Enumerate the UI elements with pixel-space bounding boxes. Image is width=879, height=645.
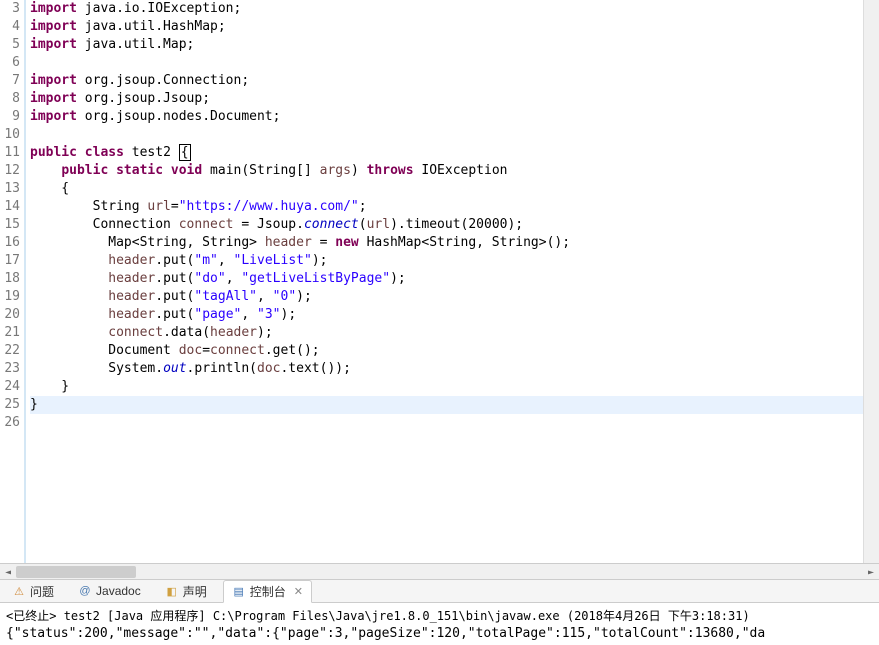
views-tab-bar: ⚠ 问题 @ Javadoc ◧ 声明 ▤ 控制台 ✕ (0, 579, 879, 603)
code-line[interactable]: header.put("m", "LiveList"); (30, 252, 863, 270)
console-output: {"status":200,"message":"","data":{"page… (6, 626, 873, 641)
code-line[interactable]: { (30, 180, 863, 198)
console-timestamp: (2018年4月26日 下午3:18:31) (560, 609, 750, 623)
line-number: 26 (0, 414, 20, 432)
tab-问题[interactable]: ⚠ 问题 (4, 581, 62, 602)
line-number: 10 (0, 126, 20, 144)
line-number: 14 (0, 198, 20, 216)
vertical-scrollbar[interactable] (863, 0, 879, 563)
code-line[interactable]: header.put("do", "getLiveListByPage"); (30, 270, 863, 288)
scroll-left-arrow[interactable]: ◄ (0, 564, 16, 579)
line-number: 17 (0, 252, 20, 270)
tab-label: 声明 (183, 583, 207, 600)
line-number: 15 (0, 216, 20, 234)
code-line[interactable]: import org.jsoup.nodes.Document; (30, 108, 863, 126)
code-line[interactable]: Map<String, String> header = new HashMap… (30, 234, 863, 252)
line-number: 11 (0, 144, 20, 162)
line-number: 25 (0, 396, 20, 414)
code-line[interactable]: public static void main(String[] args) t… (30, 162, 863, 180)
line-number: 23 (0, 360, 20, 378)
console-terminated-label: <已终止> (6, 609, 64, 623)
console-panel[interactable]: <已终止> test2 [Java 应用程序] C:\Program Files… (0, 603, 879, 645)
line-number: 5 (0, 36, 20, 54)
tab-控制台[interactable]: ▤ 控制台 ✕ (223, 580, 312, 603)
line-number: 3 (0, 0, 20, 18)
code-line[interactable]: Connection connect = Jsoup.connect(url).… (30, 216, 863, 234)
code-line[interactable]: connect.data(header); (30, 324, 863, 342)
horizontal-scrollbar[interactable]: ◄ ► (0, 563, 879, 579)
line-number: 12 (0, 162, 20, 180)
line-number: 4 (0, 18, 20, 36)
tab-label: 控制台 (250, 583, 286, 600)
tab-icon: ▤ (232, 584, 246, 598)
code-line[interactable]: header.put("tagAll", "0"); (30, 288, 863, 306)
tab-icon: @ (78, 584, 92, 598)
line-number: 6 (0, 54, 20, 72)
line-number: 16 (0, 234, 20, 252)
cursor-brace: { (179, 144, 191, 161)
editor-area: 3456789101112131415161718192021222324252… (0, 0, 879, 579)
code-line[interactable]: import org.jsoup.Connection; (30, 72, 863, 90)
line-number: 21 (0, 324, 20, 342)
line-number: 24 (0, 378, 20, 396)
code-line[interactable]: System.out.println(doc.text()); (30, 360, 863, 378)
code-line[interactable]: import java.util.HashMap; (30, 18, 863, 36)
code-container[interactable]: 3456789101112131415161718192021222324252… (0, 0, 879, 563)
code-line[interactable] (30, 126, 863, 144)
line-number: 18 (0, 270, 20, 288)
line-number-gutter: 3456789101112131415161718192021222324252… (0, 0, 26, 563)
console-process: test2 [Java 应用程序] C:\Program Files\Java\… (64, 609, 560, 623)
tab-Javadoc[interactable]: @ Javadoc (70, 582, 149, 600)
code-line[interactable] (30, 414, 863, 432)
console-status-line: <已终止> test2 [Java 应用程序] C:\Program Files… (6, 607, 873, 624)
code-line[interactable]: import java.util.Map; (30, 36, 863, 54)
tab-icon: ⚠ (12, 584, 26, 598)
scroll-right-arrow[interactable]: ► (863, 564, 879, 579)
code-line[interactable]: import org.jsoup.Jsoup; (30, 90, 863, 108)
line-number: 8 (0, 90, 20, 108)
line-number: 22 (0, 342, 20, 360)
scroll-thumb[interactable] (16, 566, 136, 578)
line-number: 13 (0, 180, 20, 198)
line-number: 7 (0, 72, 20, 90)
tab-声明[interactable]: ◧ 声明 (157, 581, 215, 602)
tab-label: 问题 (30, 583, 54, 600)
code-line[interactable]: } (30, 396, 863, 414)
line-number: 19 (0, 288, 20, 306)
code-line[interactable] (30, 54, 863, 72)
code-line[interactable]: } (30, 378, 863, 396)
tab-label: Javadoc (96, 584, 141, 598)
code-line[interactable]: Document doc=connect.get(); (30, 342, 863, 360)
code-content[interactable]: import java.io.IOException;import java.u… (26, 0, 863, 563)
code-line[interactable]: String url="https://www.huya.com/"; (30, 198, 863, 216)
tab-icon: ◧ (165, 584, 179, 598)
close-icon[interactable]: ✕ (294, 585, 303, 598)
code-line[interactable]: public class test2 { (30, 144, 863, 162)
line-number: 9 (0, 108, 20, 126)
line-number: 20 (0, 306, 20, 324)
code-line[interactable]: header.put("page", "3"); (30, 306, 863, 324)
code-line[interactable]: import java.io.IOException; (30, 0, 863, 18)
